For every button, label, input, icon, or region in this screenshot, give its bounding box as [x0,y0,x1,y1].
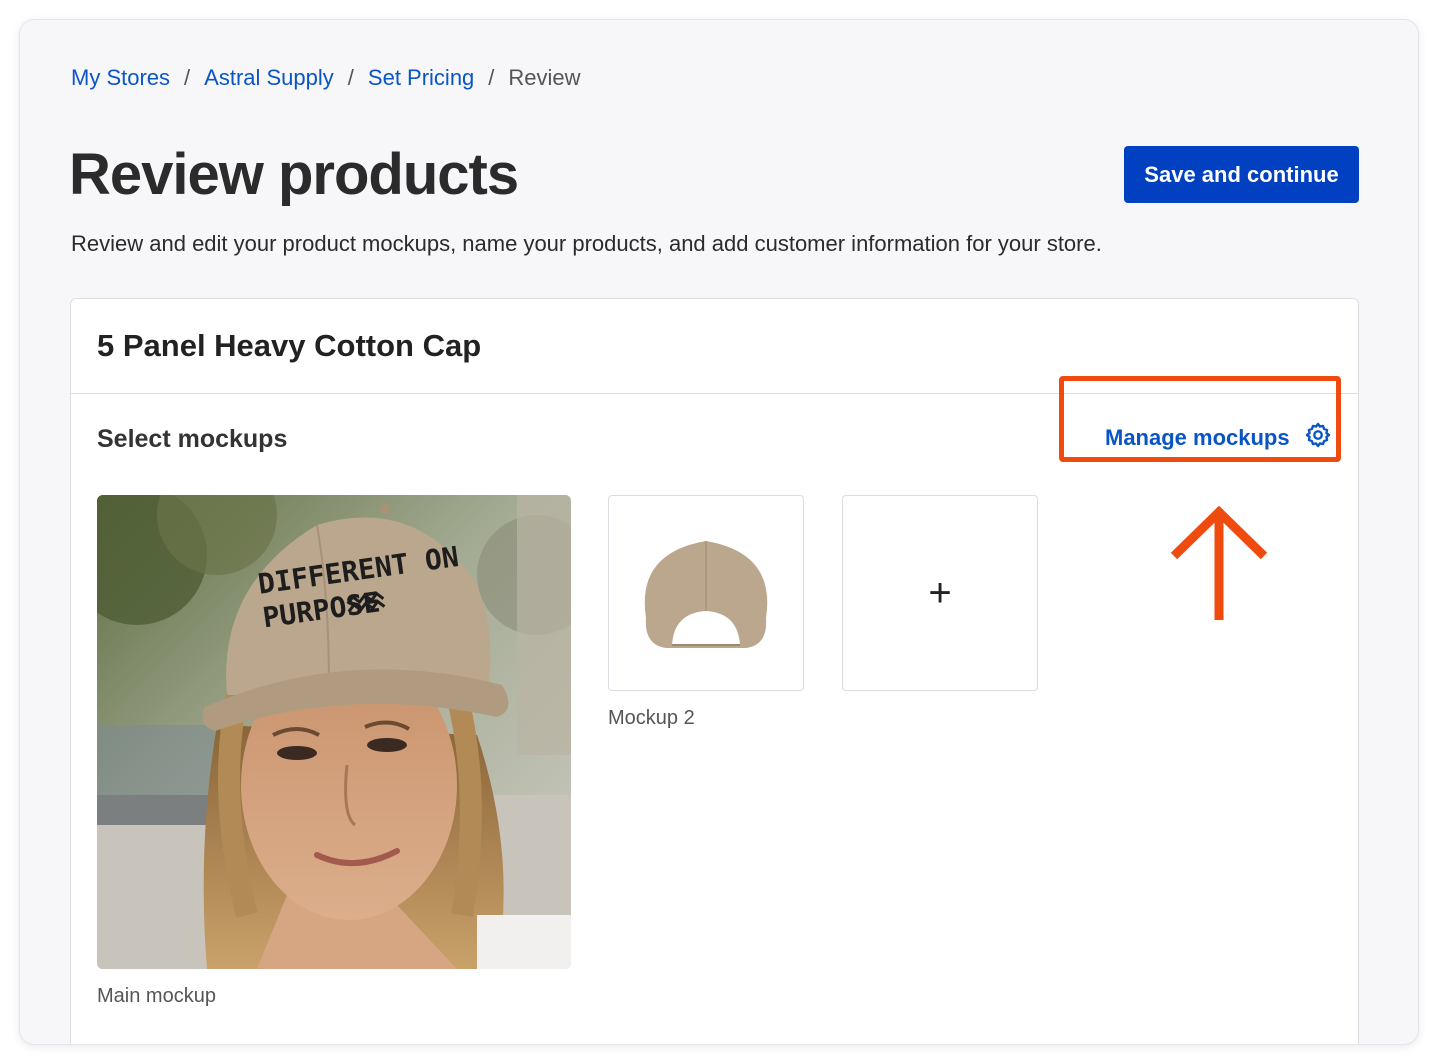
product-name: 5 Panel Heavy Cotton Cap [97,328,482,363]
breadcrumb-separator: / [488,65,495,90]
breadcrumb-separator: / [347,65,354,90]
mockup-2-label: Mockup 2 [608,707,695,729]
main-mockup-label: Main mockup [97,985,216,1007]
plus-icon: + [928,571,952,615]
page-title: Review products [69,142,519,207]
breadcrumb-my-stores[interactable]: My Stores [71,64,170,92]
page-subtitle: Review and edit your product mockups, na… [71,231,1102,256]
breadcrumb-astral-supply[interactable]: Astral Supply [204,64,334,92]
main-mockup-image[interactable]: DIFFERENT ON PURPOSE [97,495,571,969]
breadcrumb-set-pricing[interactable]: Set Pricing [368,64,474,92]
highlight-annotation-box [1059,376,1341,462]
breadcrumb: My Stores / Astral Supply / Set Pricing … [71,64,581,92]
arrow-up-icon [1152,504,1286,629]
mockup-2-thumbnail[interactable] [608,495,804,691]
cap-back-image [644,541,768,648]
add-mockup-button[interactable]: + [842,495,1038,691]
save-and-continue-button[interactable]: Save and continue [1124,146,1359,203]
breadcrumb-current: Review [508,65,581,90]
select-mockups-heading: Select mockups [97,425,288,453]
breadcrumb-separator: / [184,65,191,90]
